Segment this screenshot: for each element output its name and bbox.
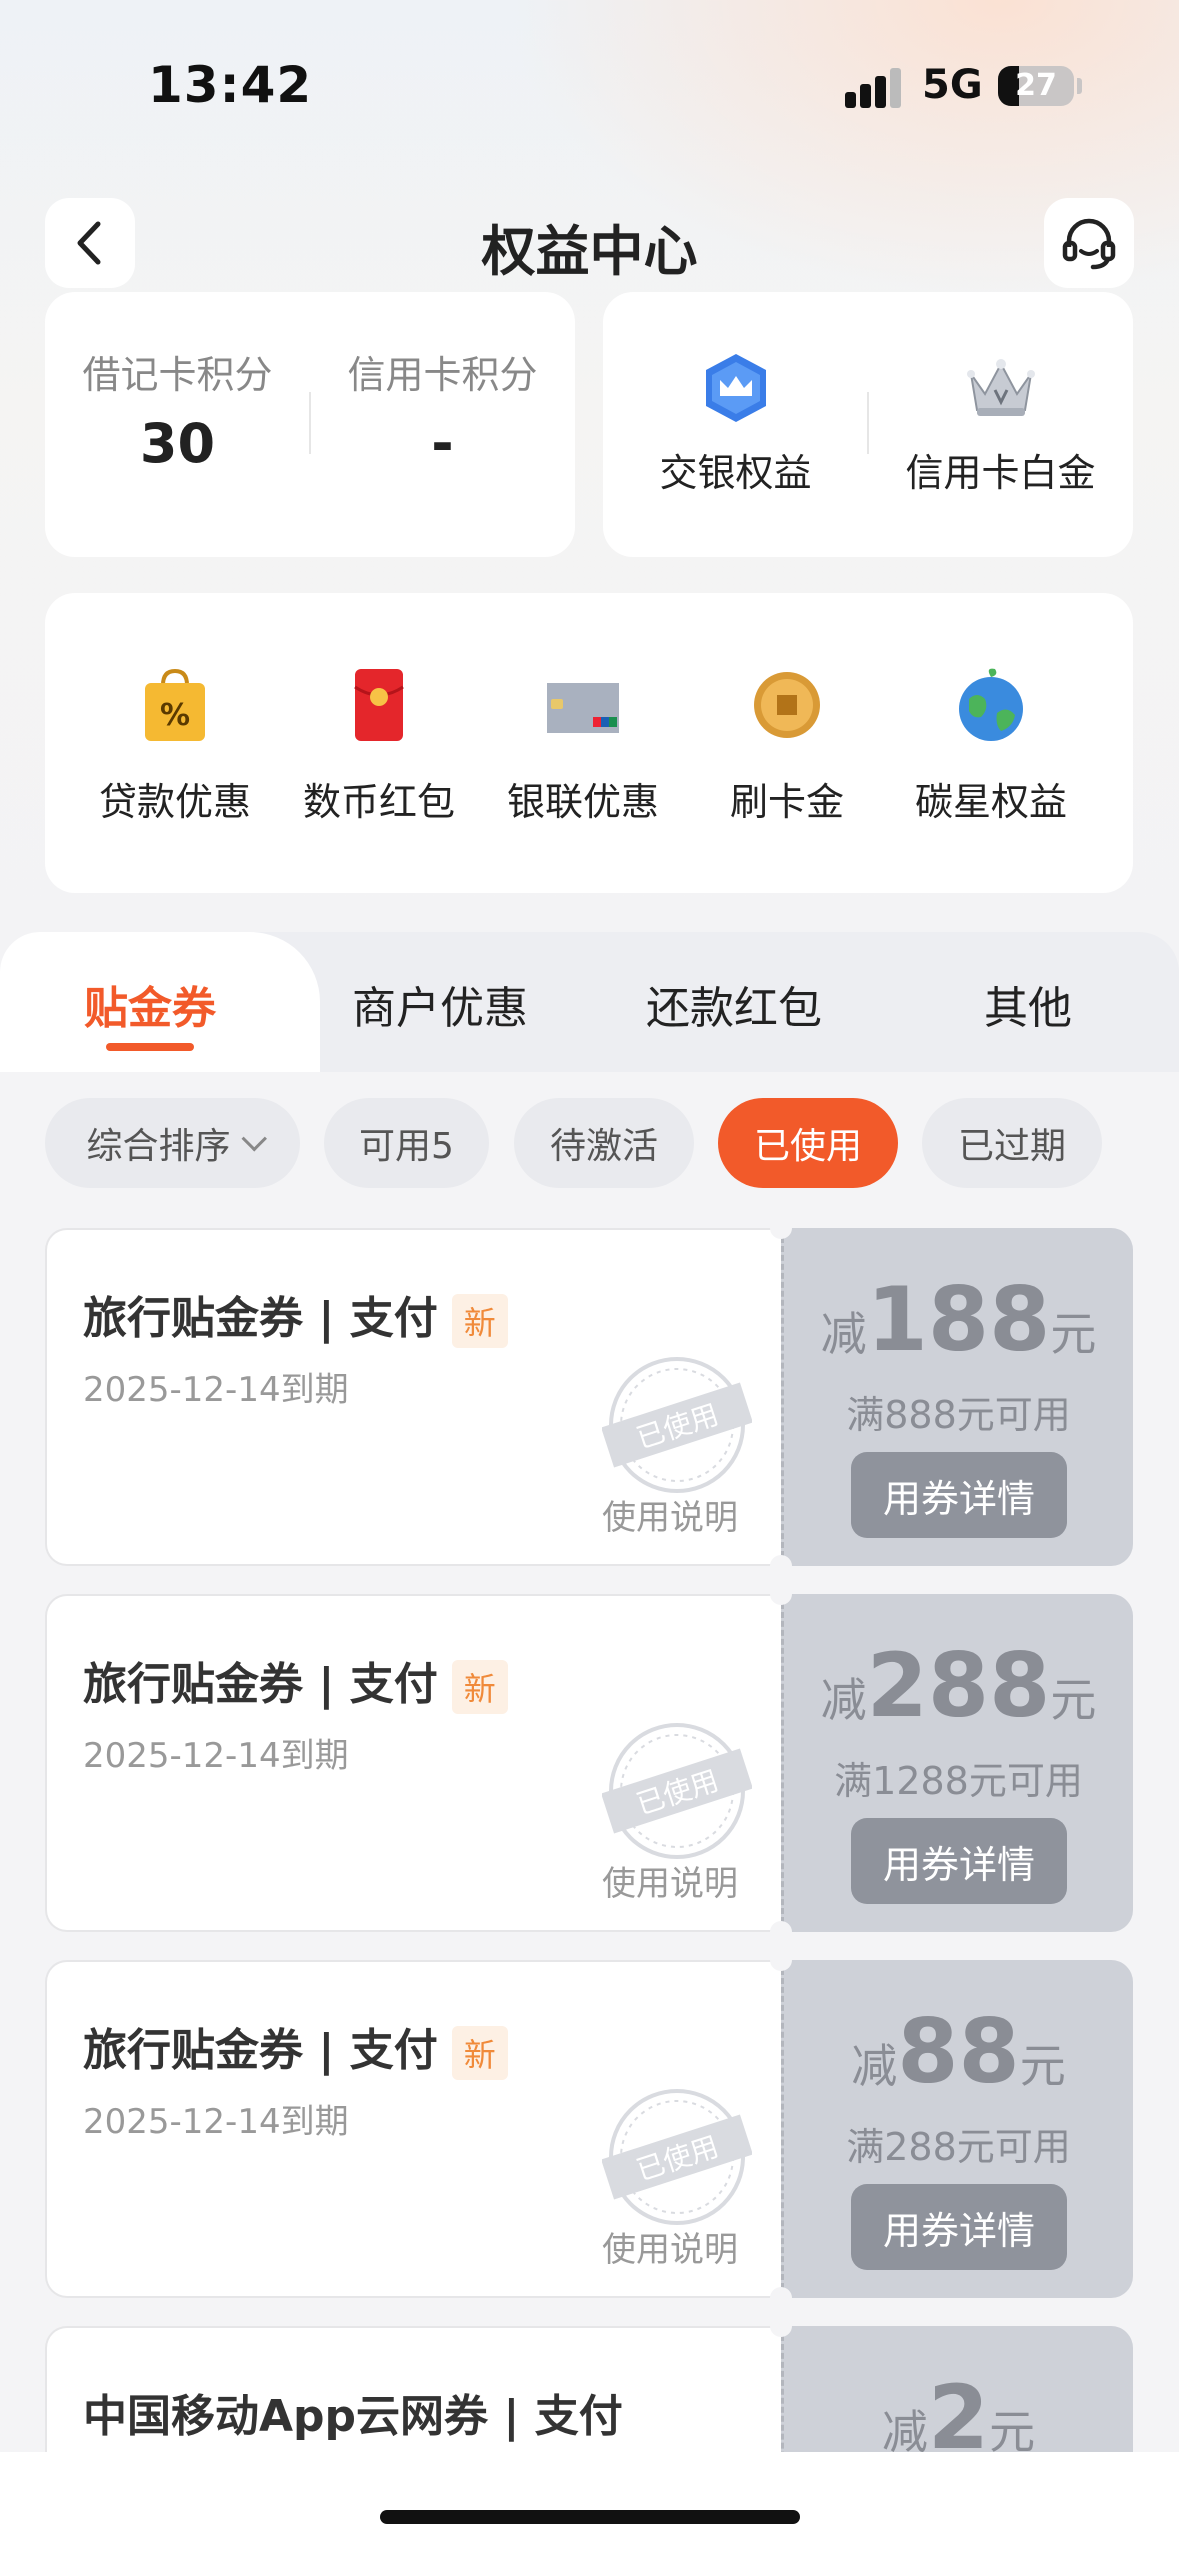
page-title: 权益中心 [481, 220, 698, 283]
tab-underline [106, 1043, 194, 1051]
coupon-amount: 减288元 [820, 1634, 1097, 1737]
credit-points-value: - [431, 412, 454, 475]
coupon-notch [770, 2287, 792, 2309]
feature-card: % 贷款优惠 数币红包 银联优惠 刷卡金 碳星权益 [45, 593, 1133, 893]
feature-loan-discount-label: 贷款优惠 [98, 780, 251, 824]
coupon-amount: 减188元 [820, 1268, 1097, 1371]
coupon-info: 旅行贴金券 | 支付新 2025-12-14到期 已使用 使用说明 [45, 1594, 781, 1932]
credit-platinum-label: 信用卡白金 [905, 451, 1096, 495]
filter-expired[interactable]: 已过期 [922, 1098, 1102, 1188]
tab-merchant-offers[interactable]: 商户优惠 [352, 972, 528, 1036]
svg-text:%: % [160, 698, 190, 733]
feature-carbon-star-rights[interactable]: 碳星权益 [889, 593, 1093, 893]
new-tag: 新 [451, 1660, 508, 1714]
bocom-rights-item[interactable]: 交银权益 [603, 292, 868, 557]
shopping-bag-percent-icon: % [145, 668, 205, 741]
coupon-notch [770, 1921, 792, 1943]
bottom-safe-area [0, 2452, 1179, 2556]
headset-icon [1062, 218, 1116, 270]
coupon-expire-date: 2025-12-14到期 [83, 2102, 349, 2142]
used-stamp-icon: 已使用 [602, 1723, 752, 1859]
used-stamp-icon: 已使用 [602, 2089, 752, 2225]
feature-unionpay-discount-label: 银联优惠 [506, 780, 659, 824]
feature-card-gold-label: 刷卡金 [729, 780, 844, 824]
new-tag: 新 [451, 2026, 508, 2080]
coupon-expire-date: 2025-12-14到期 [83, 1736, 349, 1776]
battery-level: 27 [1015, 68, 1057, 103]
points-card: 借记卡积分 30 信用卡积分 - [45, 292, 575, 557]
coupon-card[interactable]: 旅行贴金券 | 支付新 2025-12-14到期 已使用 使用说明 减88元 满… [45, 1949, 1133, 2309]
coupon-value-panel: 减188元 满888元可用 用券详情 [781, 1228, 1133, 1566]
coupon-notch [770, 2315, 792, 2337]
coupon-title: 中国移动App云网券 | 支付 [83, 2391, 623, 2442]
coupon-info: 旅行贴金券 | 支付新 2025-12-14到期 已使用 使用说明 [45, 1960, 781, 2298]
coupon-title: 旅行贴金券 | 支付新 [83, 1282, 508, 1348]
filter-pending-activation[interactable]: 待激活 [514, 1098, 694, 1188]
coupon-expire-date: 2025-12-14到期 [83, 1370, 349, 1410]
used-stamp-icon: 已使用 [602, 1357, 752, 1493]
tab-repayment-red-envelope[interactable]: 还款红包 [646, 972, 822, 1036]
coupon-notch [770, 1949, 792, 1971]
bocom-rights-label: 交银权益 [659, 451, 812, 495]
gold-coin-icon [754, 672, 820, 738]
signal-icon [845, 68, 903, 108]
coupon-details-button[interactable]: 用券详情 [851, 1452, 1067, 1538]
coupon-amount: 减88元 [851, 2000, 1066, 2103]
coupon-value-panel: 减88元 满288元可用 用券详情 [781, 1960, 1133, 2298]
coupon-notch [770, 1555, 792, 1577]
feature-carbon-star-rights-label: 碳星权益 [914, 780, 1067, 824]
coupon-title: 旅行贴金券 | 支付新 [83, 1648, 508, 1714]
feature-loan-discount[interactable]: % 贷款优惠 [73, 593, 277, 893]
crown-badge-icon [706, 354, 766, 422]
filter-available[interactable]: 可用5 [324, 1098, 489, 1188]
coupon-notch [770, 1217, 792, 1239]
earth-icon [959, 668, 1023, 741]
home-indicator[interactable] [380, 2510, 800, 2524]
unionpay-card-icon [547, 683, 619, 733]
battery-cap [1077, 78, 1082, 94]
battery-icon: 27 [998, 66, 1074, 106]
rights-card: 交银权益 信用卡白金 [603, 292, 1133, 557]
feature-digital-red-envelope-label: 数币红包 [302, 780, 455, 824]
coupon-card[interactable]: 旅行贴金券 | 支付新 2025-12-14到期 已使用 使用说明 减188元 … [45, 1217, 1133, 1577]
debit-points-label: 借记卡积分 [82, 353, 273, 397]
coupon-card[interactable]: 旅行贴金券 | 支付新 2025-12-14到期 已使用 使用说明 减288元 … [45, 1583, 1133, 1943]
coupon-condition: 满888元可用 [846, 1393, 1071, 1437]
red-envelope-icon [354, 669, 404, 741]
customer-service-button[interactable] [1044, 198, 1134, 288]
coupon-details-button[interactable]: 用券详情 [851, 2184, 1067, 2270]
coupon-condition: 满288元可用 [846, 2125, 1071, 2169]
coupon-details-button[interactable]: 用券详情 [851, 1818, 1067, 1904]
new-tag: 新 [451, 1294, 508, 1348]
tab-other[interactable]: 其他 [984, 972, 1072, 1036]
filter-sort[interactable]: 综合排序 [45, 1098, 300, 1188]
coupon-info: 旅行贴金券 | 支付新 2025-12-14到期 已使用 使用说明 [45, 1228, 781, 1566]
feature-card-gold[interactable]: 刷卡金 [685, 593, 889, 893]
credit-platinum-item[interactable]: 信用卡白金 [868, 292, 1133, 557]
chevron-down-icon [241, 1126, 267, 1152]
feature-digital-red-envelope[interactable]: 数币红包 [277, 593, 481, 893]
usage-instructions-link[interactable]: 使用说明 [602, 1856, 738, 1905]
filter-used[interactable]: 已使用 [718, 1098, 898, 1188]
status-time: 13:42 [148, 56, 313, 114]
usage-instructions-link[interactable]: 使用说明 [602, 2222, 738, 2271]
feature-unionpay-discount[interactable]: 银联优惠 [481, 593, 685, 893]
network-label: 5G [922, 62, 983, 108]
coupon-notch [770, 1583, 792, 1605]
tab-gold-coupons[interactable]: 贴金券 [84, 972, 216, 1036]
coupon-condition: 满1288元可用 [834, 1759, 1083, 1803]
coupon-value-panel: 减288元 满1288元可用 用券详情 [781, 1594, 1133, 1932]
coupon-title: 旅行贴金券 | 支付新 [83, 2014, 508, 2080]
silver-crown-icon [967, 359, 1035, 416]
credit-points-label: 信用卡积分 [347, 353, 538, 397]
filter-sort-label: 综合排序 [86, 1126, 231, 1167]
usage-instructions-link[interactable]: 使用说明 [602, 1490, 738, 1539]
credit-points[interactable]: 信用卡积分 - [310, 292, 575, 557]
debit-points-value: 30 [139, 412, 216, 475]
debit-points[interactable]: 借记卡积分 30 [45, 292, 310, 557]
